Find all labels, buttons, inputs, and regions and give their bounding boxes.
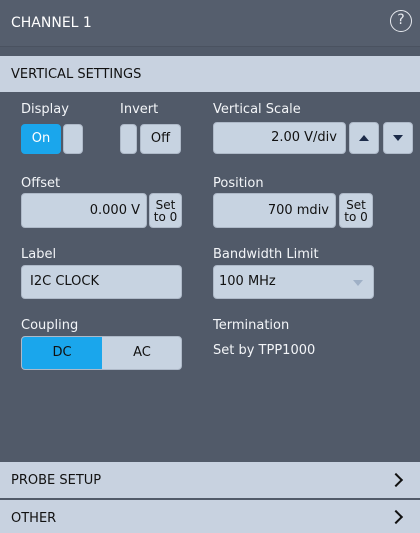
invert-label: Invert [120, 102, 159, 117]
coupling-label: Coupling [21, 318, 79, 333]
coupling-dc-option[interactable]: DC [22, 337, 102, 369]
vertical-settings-content: Display On Invert Off Vertical Scale 2.0… [0, 92, 420, 448]
vertical-settings-header[interactable]: VERTICAL SETTINGS [0, 56, 420, 92]
vertical-settings-title: VERTICAL SETTINGS [11, 67, 142, 82]
invert-off-button[interactable]: Off [140, 124, 181, 154]
bandwidth-limit-select[interactable]: 100 MHz [213, 265, 374, 299]
position-set-line2: to 0 [344, 210, 368, 224]
label-field-label: Label [21, 247, 57, 262]
invert-on-button[interactable] [120, 124, 137, 154]
chevron-down-icon [353, 280, 363, 286]
scale-down-button[interactable] [383, 122, 413, 154]
termination-value: Set by TPP1000 [213, 343, 316, 358]
vertical-scale-input[interactable]: 2.00 V/div [213, 122, 346, 154]
arrow-down-icon [393, 135, 403, 141]
termination-label: Termination [213, 318, 290, 333]
offset-set-to-zero-button[interactable]: Set to 0 [149, 193, 182, 228]
coupling-ac-option[interactable]: AC [102, 337, 181, 369]
probe-setup-title: PROBE SETUP [11, 473, 102, 488]
channel-panel: CHANNEL 1 ? VERTICAL SETTINGS Display On… [0, 0, 420, 533]
display-off-button[interactable] [63, 124, 83, 154]
bandwidth-limit-value: 100 MHz [219, 274, 276, 289]
other-section[interactable]: OTHER [0, 500, 420, 533]
position-label: Position [213, 176, 264, 191]
help-icon[interactable]: ? [390, 10, 412, 32]
offset-input[interactable]: 0.000 V [21, 193, 147, 228]
display-on-button[interactable]: On [21, 124, 61, 154]
position-set-to-zero-button[interactable]: Set to 0 [339, 193, 373, 228]
chevron-right-icon [388, 509, 404, 525]
offset-label: Offset [21, 176, 61, 191]
panel-title: CHANNEL 1 [11, 15, 92, 31]
arrow-up-icon [359, 135, 369, 141]
chevron-right-icon [388, 472, 404, 488]
coupling-toggle: DC AC [21, 336, 182, 370]
bandwidth-limit-label: Bandwidth Limit [213, 247, 319, 262]
display-label: Display [21, 102, 69, 117]
offset-set-line2: to 0 [153, 210, 178, 224]
panel-header: CHANNEL 1 ? [0, 0, 420, 47]
scale-up-button[interactable] [349, 122, 379, 154]
vertical-scale-label: Vertical Scale [213, 102, 301, 117]
probe-setup-section[interactable]: PROBE SETUP [0, 462, 420, 498]
other-title: OTHER [11, 511, 57, 526]
position-input[interactable]: 700 mdiv [213, 193, 336, 228]
label-input[interactable]: I2C CLOCK [21, 265, 182, 299]
